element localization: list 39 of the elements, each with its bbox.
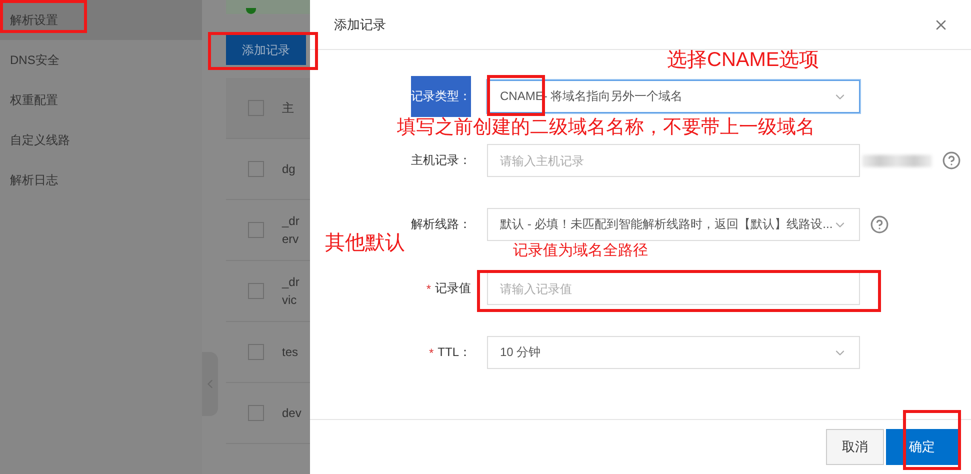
cancel-button[interactable]: 取消 (826, 429, 884, 465)
annotation-text: 记录值为域名全路径 (513, 241, 649, 260)
table-cell-text: dev (282, 405, 302, 422)
input-field[interactable]: 请输入主机记录 (487, 144, 860, 177)
required-mark: * (426, 282, 431, 296)
checkbox[interactable] (248, 405, 264, 421)
sidebar-item[interactable]: 权重配置 (0, 80, 202, 120)
sidebar-item[interactable]: DNS安全 (0, 40, 202, 80)
column-header: 主 (282, 100, 294, 117)
annotation-text: 填写之前创建的二级域名名称，不要带上一级域名 (397, 116, 816, 140)
help-icon[interactable] (870, 215, 889, 234)
table-cell-text: _dr vic (282, 274, 300, 309)
select-field[interactable]: 默认 - 必填！未匹配到智能解析线路时，返回【默认】线路设... (487, 208, 860, 241)
annotation-text: 其他默认 (325, 231, 406, 256)
table-cell-text: tes (282, 344, 298, 361)
sidebar-item[interactable]: 解析设置 (0, 0, 202, 40)
sidebar-item[interactable]: 自定义线路 (0, 120, 202, 160)
checkbox[interactable] (248, 283, 264, 299)
checkbox[interactable] (248, 344, 264, 360)
input-field[interactable]: 请输入记录值 (487, 272, 860, 305)
required-mark: * (428, 346, 434, 360)
table-cell-text: _dr erv (282, 213, 300, 248)
confirm-button[interactable]: 确定 (886, 429, 958, 465)
dialog-title: 添加记录 (334, 16, 386, 34)
field-label: 解析线路： (411, 216, 471, 233)
annotation-text: 选择CNAME选项 (667, 48, 820, 73)
field-label: 记录值 (435, 280, 471, 297)
checkbox[interactable] (248, 161, 264, 177)
sidebar-item[interactable]: 解析日志 (0, 160, 202, 200)
collapse-handle[interactable] (202, 352, 218, 416)
add-record-button[interactable]: 添加记录 (226, 35, 306, 65)
highlight-frame (903, 410, 961, 470)
checkbox[interactable] (248, 222, 264, 238)
help-icon[interactable] (942, 151, 961, 170)
field-label: 记录类型： (411, 76, 471, 117)
select-field[interactable]: 10 分钟 (487, 336, 860, 369)
table-cell-text: dg (282, 161, 296, 178)
field-label: TTL： (438, 344, 471, 361)
field-label: 主机记录： (411, 152, 471, 169)
